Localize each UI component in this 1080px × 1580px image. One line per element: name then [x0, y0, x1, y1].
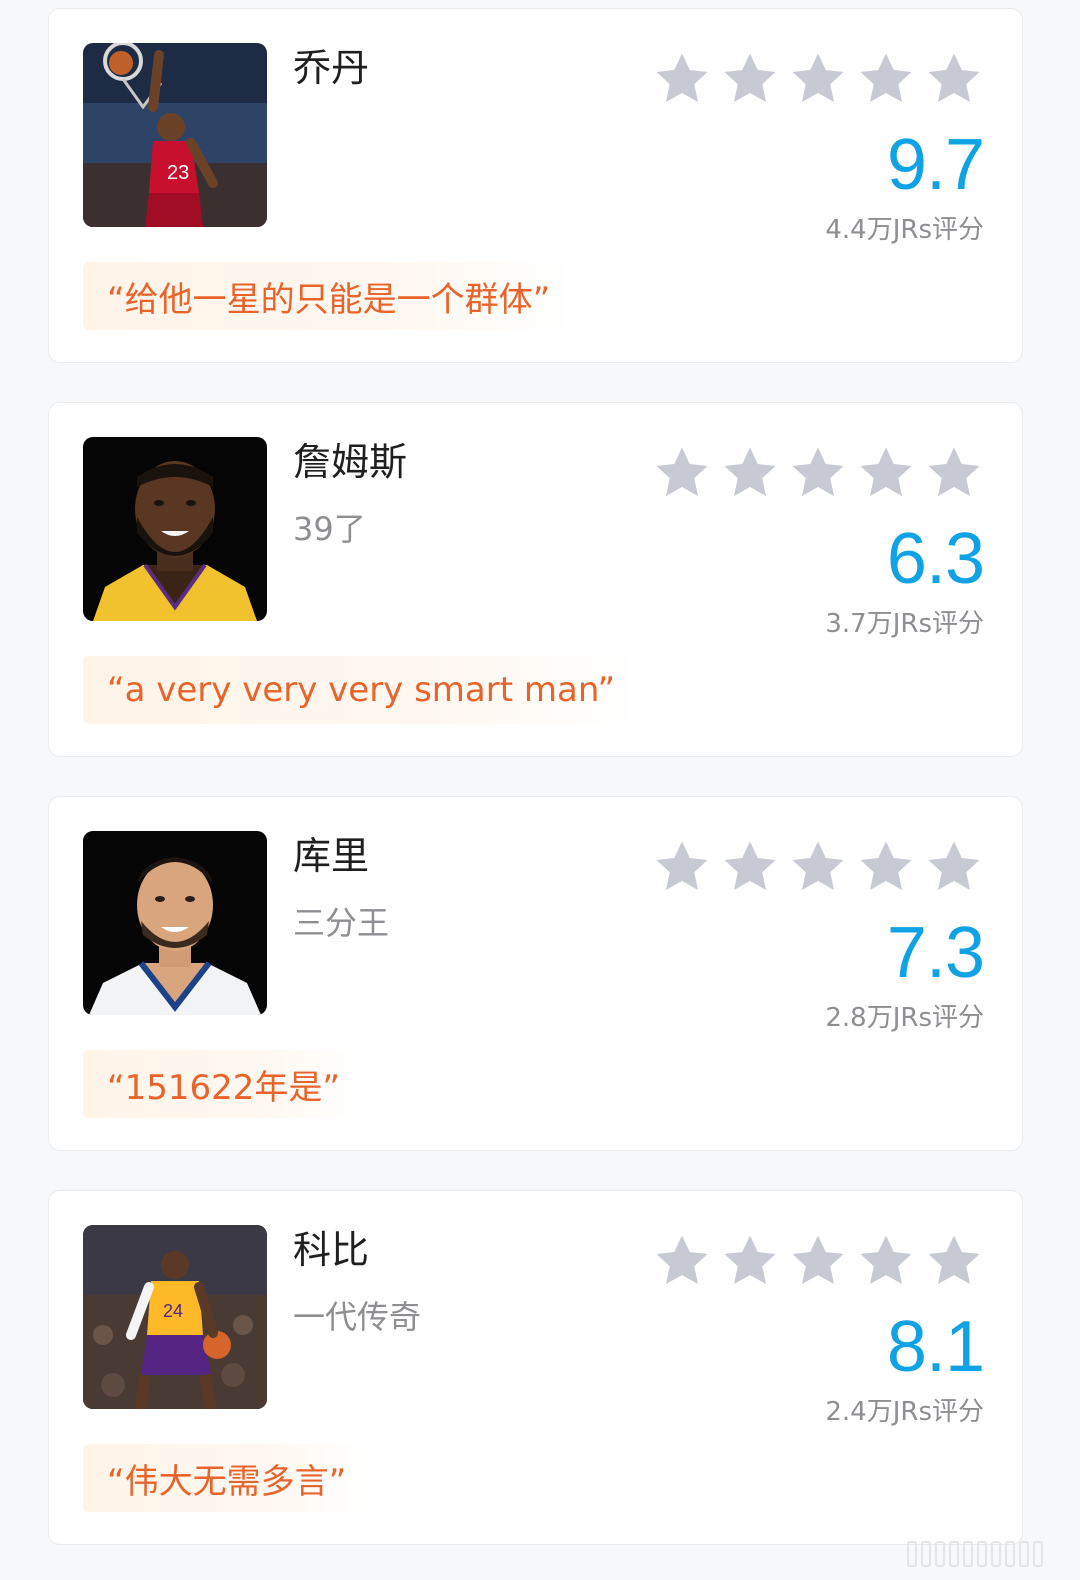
player-tagline: 三分王: [293, 904, 390, 942]
player-card-curry[interactable]: 库里 三分王 7.3 2.8万JRs评分 “151622年是”: [48, 796, 1023, 1151]
player-rating-list: 23 乔丹 9.7 4.4万JRs评分 “给他一星的只能是一个群体” 詹姆斯 3…: [0, 0, 1080, 1580]
player-avatar[interactable]: 23: [83, 43, 267, 227]
star-icon[interactable]: [652, 837, 712, 897]
star-icon[interactable]: [788, 1231, 848, 1291]
star-icon[interactable]: [856, 49, 916, 109]
player-name: 科比: [293, 1228, 370, 1272]
player-score: 7.3: [886, 913, 985, 993]
star-icon[interactable]: [856, 443, 916, 503]
star-icon[interactable]: [720, 837, 780, 897]
star-icon[interactable]: [788, 49, 848, 109]
rating-count: 2.8万JRs评分: [825, 1003, 984, 1033]
curry-photo: [83, 831, 267, 1015]
lebron-photo: [83, 437, 267, 621]
star-icon[interactable]: [652, 49, 712, 109]
top-comment-quote[interactable]: “伟大无需多言”: [83, 1444, 371, 1512]
player-avatar[interactable]: [83, 437, 267, 621]
player-name: 乔丹: [293, 46, 370, 90]
player-name: 詹姆斯: [293, 440, 408, 484]
svg-text:23: 23: [167, 162, 189, 184]
star-icon[interactable]: [720, 1231, 780, 1291]
star-icon[interactable]: [924, 837, 984, 897]
player-card-kobe[interactable]: 24 科比 一代传奇 8.1 2.4万JRs评分 “伟大无需多言”: [48, 1190, 1023, 1545]
star-rating[interactable]: [652, 837, 984, 897]
star-icon[interactable]: [856, 1231, 916, 1291]
star-icon[interactable]: [652, 1231, 712, 1291]
player-avatar[interactable]: 24: [83, 1225, 267, 1409]
star-icon[interactable]: [856, 837, 916, 897]
star-icon[interactable]: [788, 443, 848, 503]
star-icon[interactable]: [788, 837, 848, 897]
svg-text:24: 24: [163, 1301, 183, 1321]
star-rating[interactable]: [652, 1231, 984, 1291]
player-score: 9.7: [886, 125, 985, 205]
star-icon[interactable]: [924, 49, 984, 109]
player-tagline: 一代传奇: [293, 1298, 422, 1336]
kobe-photo: 24: [83, 1225, 267, 1409]
top-comment-quote[interactable]: “a very very very smart man”: [83, 656, 640, 724]
player-tagline: 39了: [293, 510, 366, 548]
player-score: 6.3: [886, 519, 985, 599]
player-avatar[interactable]: [83, 831, 267, 1015]
star-icon[interactable]: [924, 443, 984, 503]
watermark-logo: [907, 1541, 1043, 1567]
player-card-jordan[interactable]: 23 乔丹 9.7 4.4万JRs评分 “给他一星的只能是一个群体”: [48, 8, 1023, 363]
player-score: 8.1: [886, 1307, 985, 1387]
star-rating[interactable]: [652, 49, 984, 109]
jordan-photo: 23: [83, 43, 267, 227]
rating-count: 3.7万JRs评分: [825, 609, 984, 639]
star-rating[interactable]: [652, 443, 984, 503]
top-comment-quote[interactable]: “给他一星的只能是一个群体”: [83, 262, 575, 330]
star-icon[interactable]: [924, 1231, 984, 1291]
player-card-james[interactable]: 詹姆斯 39了 6.3 3.7万JRs评分 “a very very very …: [48, 402, 1023, 757]
player-name: 库里: [293, 834, 370, 878]
rating-count: 4.4万JRs评分: [825, 215, 984, 245]
rating-count: 2.4万JRs评分: [825, 1397, 984, 1427]
star-icon[interactable]: [720, 443, 780, 503]
star-icon[interactable]: [720, 49, 780, 109]
star-icon[interactable]: [652, 443, 712, 503]
top-comment-quote[interactable]: “151622年是”: [83, 1050, 365, 1118]
